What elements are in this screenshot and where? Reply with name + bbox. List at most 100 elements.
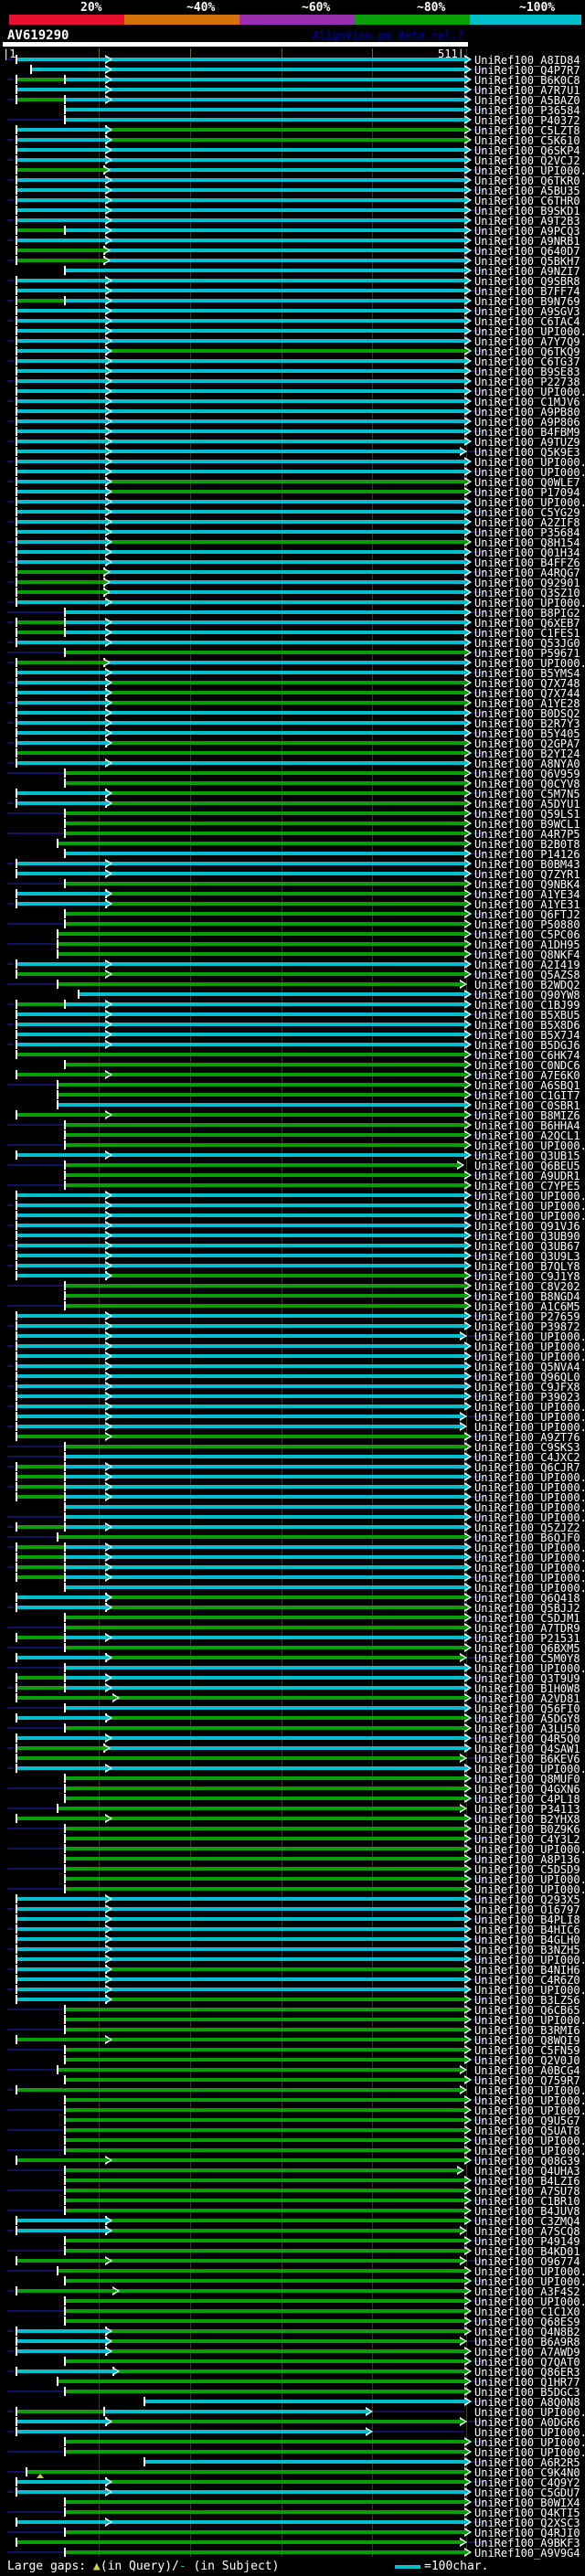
hsp-segment [30,68,464,71]
hsp-segment [64,822,464,825]
gap-tick [64,618,66,627]
hsp-segment [16,1405,464,1408]
key-segment [470,15,581,25]
leader-line [7,1405,14,1407]
arrowhead-icon [464,941,470,947]
gap-tick [57,2266,58,2275]
arrowhead-icon [105,378,111,384]
arrowhead-icon [464,2469,470,2475]
arrowhead-icon [464,479,470,484]
arrowhead-icon [464,569,470,575]
arrowhead-icon [464,700,470,705]
arrowhead-icon [464,1132,470,1138]
arrowhead-icon [464,1464,470,1469]
arrowhead-icon [105,97,111,102]
hsp-segment [16,88,464,91]
hsp-segment [16,128,105,132]
arrowhead-icon [464,1635,470,1640]
gap-tick [64,1703,66,1712]
gap-tick [16,2367,17,2376]
arrowhead-icon [460,1655,465,1660]
gap-tick [64,2296,66,2306]
arrowhead-icon [460,2338,465,2344]
arrowhead-icon [464,1554,470,1560]
gap-tick [16,316,17,325]
hsp-segment [64,771,464,775]
arrowhead-icon [464,1605,470,1610]
arrowhead-icon [464,2359,470,2364]
leader-line [7,1204,14,1206]
arrowhead-icon [464,1022,470,1027]
hsp-segment [64,2189,464,2192]
arrowhead-icon [464,509,470,514]
hsp-segment [16,2480,105,2484]
arrowhead-icon [464,228,470,233]
arrowhead-icon [464,931,470,937]
arrowhead-icon [464,610,470,615]
hsp-segment [16,520,464,524]
arrowhead-icon [464,127,470,133]
gap-tick [16,1271,17,1280]
arrowhead-icon [464,851,470,856]
hsp-segment [16,1988,464,1991]
arrowhead-icon [464,1152,470,1158]
arrowhead-icon [464,2157,470,2163]
hsp-segment [64,2058,464,2062]
hsp-segment [16,2219,105,2222]
leader-line [7,1888,64,1890]
gap-tick [64,2025,66,2034]
gap-tick [16,567,17,577]
arrowhead-icon [105,1233,111,1238]
arrowhead-icon [105,1595,111,1600]
gap-legend: Large gaps: ▲(in Query)/- (in Subject) [7,2560,279,2573]
hsp-segment [16,1897,464,1901]
hsp-segment [64,1465,464,1468]
arrowhead-icon [464,620,470,625]
arrowhead-icon [464,841,470,846]
arrowhead-icon [464,881,470,886]
gap-tick [16,1653,17,1662]
gap-tick [30,65,32,74]
hsp-segment [16,600,464,604]
arrowhead-icon [464,2459,470,2465]
hsp-segment [64,118,464,122]
arrowhead-icon [464,1353,470,1359]
arrowhead-icon [464,419,470,424]
arrowhead-icon [464,1765,470,1771]
gap-tick [16,1201,17,1210]
arrowhead-icon [464,670,470,675]
arrowhead-icon [105,489,111,494]
arrowhead-icon [460,2258,465,2263]
arrowhead-icon [105,1977,111,1982]
arrowhead-icon [464,1323,470,1329]
hsp-segment [105,480,464,483]
arrowhead-icon [105,1554,111,1560]
hsp-segment [16,58,464,61]
arrowhead-icon [464,2017,470,2022]
leader-line [7,2330,14,2332]
gap-tick [16,2226,17,2235]
hsp-segment [64,1636,464,1639]
hsp-segment [16,1465,64,1468]
large-gap-query-icon [37,2474,44,2478]
leader-line [7,1224,14,1226]
hsp-segment [16,721,464,725]
hsp-segment [57,982,460,986]
arrowhead-icon [103,660,109,665]
arrowhead-icon [464,2308,470,2314]
arrowhead-icon [464,1534,470,1540]
leader-line [7,360,14,362]
gap-tick [16,1311,17,1320]
arrowhead-icon [464,1182,470,1188]
hit-label[interactable]: UniRef100_A9V9G4 [474,2547,580,2560]
gap-tick [64,2306,66,2316]
leader-line [7,1345,14,1347]
arrowhead-icon [366,2429,371,2434]
hsp-segment [16,620,64,624]
arrowhead-icon [105,2519,111,2525]
leader-line [7,79,14,80]
gap-tick [16,477,17,486]
gap-tick [64,1563,66,1572]
arrowhead-icon [105,710,111,716]
arrowhead-icon [105,1997,111,2002]
